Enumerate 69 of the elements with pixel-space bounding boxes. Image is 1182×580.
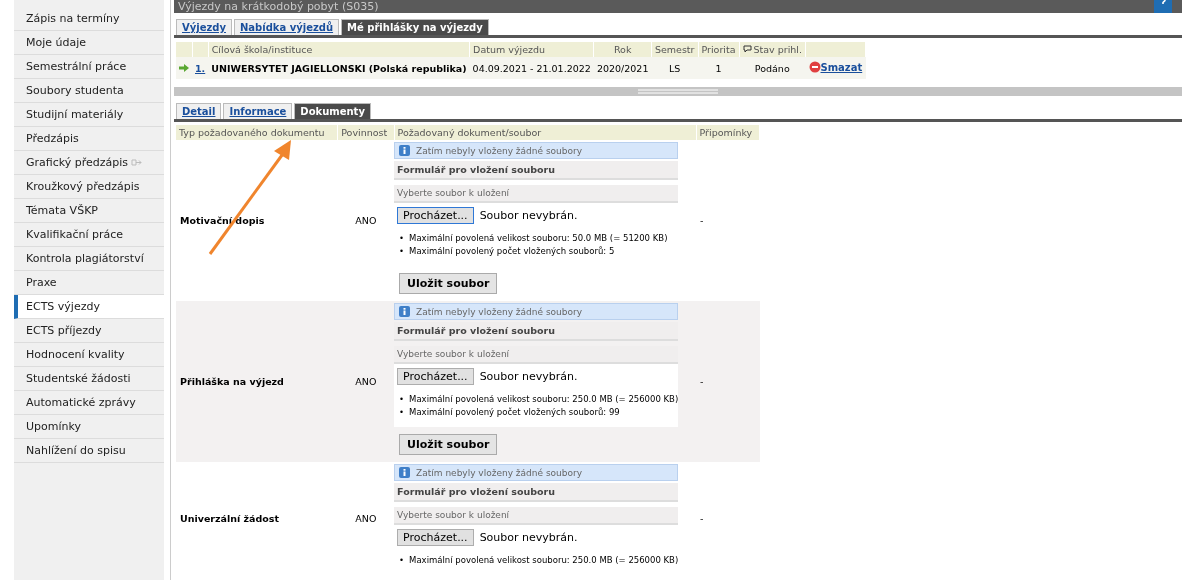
tab[interactable]: Dokumenty [294,103,371,119]
external-link-icon [131,159,143,166]
comment-icon [742,45,752,53]
form-title: Formulář pro vložení souboru [394,483,679,502]
info-text: Zatím nebyly vloženy žádné soubory [416,145,583,156]
tab[interactable]: Mé přihlášky na výjezdy [341,19,489,35]
info-icon [399,306,411,317]
arrow-right-icon [179,63,189,72]
document-type: Přihláška na výjezd [180,376,284,387]
table-cell: ANO [337,462,395,575]
page-title: Výjezdy na krátkodobý pobyt (S035) [177,0,379,13]
document-type: Univerzální žádost [180,513,280,524]
sidebar-item[interactable]: ECTS výjezdy [14,295,164,319]
column-header: Priorita [698,42,739,57]
save-button[interactable]: Uložit soubor [399,434,498,455]
column-header: Cílová škola/instituce [208,42,470,57]
column-header: Rok [593,42,652,57]
info-text: Zatím nebyly vloženy žádné soubory [416,306,583,317]
column-header: Datum výjezdu [469,42,594,57]
table-cell: - [696,462,760,575]
tab[interactable]: Detail [176,103,222,119]
table-cell: ANO [337,140,395,301]
tab[interactable]: Nabídka výjezdů [233,19,340,35]
table-cell: UNIWERSYTET JAGIELLONSKI (Polská republika) [208,57,470,79]
column-header: Semestr [651,42,698,57]
browse-button[interactable]: Procházet... [397,368,474,385]
tab[interactable]: Informace [223,103,293,119]
select-label: Vyberte soubor k uložení [394,185,679,203]
table-cell: ANO [337,301,395,462]
table-cell: Podáno [739,57,806,79]
table-cell: 2020/2021 [593,57,652,79]
table-cell: - [696,301,760,462]
limit-text: Maximální povolená velikost souboru: 50.0 MB (= 51200 KB) [409,232,668,245]
save-button[interactable]: Uložit soubor [399,273,498,294]
bullet: • [399,393,405,406]
file-status: Soubor nevybrán. [479,370,578,383]
limit-text: Maximální povolená velikost souboru: 250.0 MB (= 256000 KB) [409,393,679,406]
column-header: Typ požadovaného dokumentu [176,125,338,140]
delete-link[interactable]: Smazat [820,62,863,73]
delete-icon [808,61,821,73]
column-header: Požadovaný dokument/soubor [394,125,697,140]
info-text: Zatím nebyly vloženy žádné soubory [416,467,583,478]
document-type: Motivační dopis [180,215,265,226]
help-icon[interactable] [1154,0,1172,13]
bullet: • [399,406,405,419]
table-cell: LS [651,57,698,79]
bullet: • [399,245,405,258]
bullet: • [399,232,405,245]
table-cell: 04.09.2021 - 21.01.2022 [469,57,594,79]
column-header: Stav prihl. [739,42,806,57]
table-cell: - [696,140,760,301]
info-icon [399,467,411,478]
file-status: Soubor nevybrán. [479,209,578,222]
column-header: Připomínky [696,125,760,140]
info-icon [399,145,411,156]
browse-button[interactable]: Procházet... [397,529,474,546]
application-link[interactable]: 1. [195,62,206,74]
select-label: Vyberte soubor k uložení [394,507,679,525]
limit-text: Maximální povolená velikost souboru: 250.0 MB (= 256000 KB) [409,554,679,567]
browse-button[interactable]: Procházet... [397,207,474,224]
tab[interactable]: Výjezdy [176,19,232,35]
limit-text: Maximální povolený počet vložených souborů: 99 [409,406,620,419]
file-status: Soubor nevybrán. [479,531,578,544]
form-title: Formulář pro vložení souboru [394,161,679,180]
grip-icon [638,89,718,94]
bullet: • [399,554,405,567]
table-cell: 1 [698,57,739,79]
column-header: Povinnost [337,125,395,140]
limit-text: Maximální povolený počet vložených souborů: 5 [409,245,615,258]
